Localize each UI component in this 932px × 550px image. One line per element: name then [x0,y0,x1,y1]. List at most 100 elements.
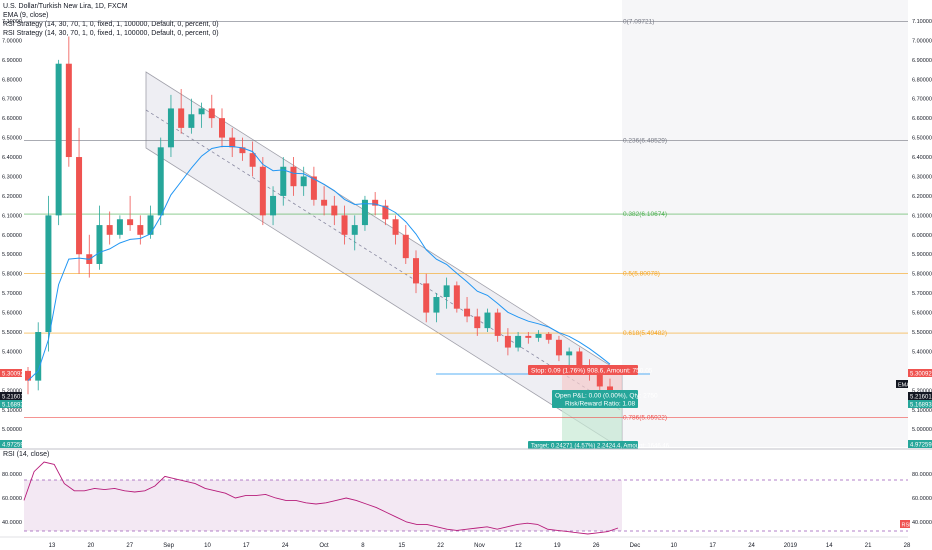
right-price-value: 5.30092 [910,372,932,378]
rsi-tick-left-2: 40.0000 [2,520,22,526]
price-tick-12: 5.90000 [912,252,932,258]
time-tick-12: 12 [515,543,522,549]
price-tick-left-3: 6.80000 [2,77,22,83]
left-price-value-4: 4.97259 [2,443,24,449]
candle-body-24 [270,195,277,216]
candle-body-11 [137,225,144,235]
fib-label-4: 0.618(5.49482) [623,330,667,337]
time-tick-14: 26 [593,543,600,549]
candle-body-20 [229,137,236,148]
candle-body-51 [545,333,552,340]
price-tick-left-4: 6.70000 [2,97,22,103]
price-tick-left-15: 5.60000 [2,311,22,317]
candle-body-5 [76,157,83,255]
candle-body-52 [555,339,562,356]
candle-body-40 [433,297,440,313]
price-tick-6: 6.50000 [912,136,932,142]
candle-body-41 [443,285,450,298]
price-tick-2: 6.90000 [912,58,932,64]
price-tick-left-10: 6.10000 [2,213,22,219]
price-tick-17: 5.40000 [912,349,932,355]
open-pnl-label: Open P&L: 0.00 (0.00%), Qty: 2750 [555,393,658,400]
time-tick-0: 13 [49,543,56,549]
time-tick-3: Sep [163,543,174,549]
price-tick-14: 5.70000 [912,291,932,297]
candle-body-43 [464,308,471,317]
time-tick-18: 24 [748,543,755,549]
price-tick-left-12: 5.90000 [2,252,22,258]
candle-body-45 [484,312,491,329]
price-tick-left-8: 6.30000 [2,174,22,180]
time-tick-17: 17 [709,543,716,549]
time-tick-15: Dec [630,543,641,549]
price-tick-7: 6.40000 [912,155,932,161]
candle-body-15 [178,108,185,128]
price-tick-16: 5.50000 [912,330,932,336]
candle-body-26 [290,166,297,187]
time-axis[interactable]: 13 20 27 Sep 10 17 24 Oct 8 15 22 Nov 12 19 26 Dec 10 17 2… [49,543,911,549]
price-tick-left-9: 6.20000 [2,194,22,200]
price-tick-left-7: 6.40000 [2,155,22,161]
candle-body-50 [535,333,542,338]
rsi-tick-2: 40.0000 [912,520,932,526]
candle-body-25 [280,166,287,196]
time-tick-5: 17 [243,543,250,549]
right-price-value-2: 5.21601 [910,395,932,401]
price-tick-left-16: 5.50000 [2,330,22,336]
fib-label-0: 0(7.09721) [623,18,654,25]
candle-body-54 [576,351,583,366]
time-tick-9: 15 [398,543,405,549]
candle-body-7 [96,225,103,264]
candle-body-38 [413,258,419,284]
fib-label-2: 0.382(6.10674) [623,211,667,218]
candle-body-3 [55,63,62,216]
future-region [622,0,908,447]
left-price-value-3: 5.16893 [2,403,24,409]
fib-label-1: 0.236(6.48529) [623,137,667,144]
price-tick-left-11: 6.00000 [2,233,22,239]
candle-body-2 [45,215,52,333]
price-tick-4: 6.70000 [912,97,932,103]
candle-body-44 [474,316,481,329]
candle-body-23 [259,166,266,216]
price-tick-left-21: 5.00000 [2,427,22,433]
candle-body-8 [106,225,113,235]
price-tick-11: 6.00000 [912,233,932,239]
price-tick-21: 5.00000 [912,427,932,433]
price-tick-left-13: 5.80000 [2,272,22,278]
candle-body-30 [331,205,338,216]
candle-body-42 [453,285,460,309]
price-tick-left-20: 5.10000 [2,408,22,414]
candle-body-29 [321,199,328,206]
candle-body-10 [127,219,134,226]
price-tick-15: 5.60000 [912,311,932,317]
stop-label: Stop: 0.09 (1.76%) 908.6, Amount: 750.05 [531,368,653,375]
candle-body-46 [494,312,501,336]
price-tick-3: 6.80000 [912,77,932,83]
price-tick-0: 7.10000 [912,19,932,25]
time-tick-6: 24 [282,543,289,549]
time-tick-19: 2019 [784,543,798,549]
time-tick-22: 28 [904,543,911,549]
price-tick-left-1: 7.00000 [2,38,22,44]
candle-body-4 [65,63,72,158]
candle-body-39 [423,283,430,313]
price-chart[interactable]: 0(7.09721) 0.236(6.48529) 0.382(6.10674) 0.… [0,0,932,550]
candle-body-56 [596,374,603,387]
right-price-value-3: 5.16893 [910,403,932,409]
price-tick-left-5: 6.60000 [2,116,22,122]
candle-body-13 [157,147,164,216]
price-tick-13: 5.80000 [912,272,932,278]
price-tick-5: 6.60000 [912,116,932,122]
candle-body-53 [566,351,573,356]
rsi-legend[interactable]: RSI (14, close) [3,451,49,458]
left-price-value: 5.30092 [2,372,24,378]
time-tick-8: 8 [361,543,365,549]
candle-body-22 [249,153,256,167]
candle-body-37 [402,234,409,259]
regression-channel[interactable] [145,71,623,450]
time-tick-20: 14 [826,543,833,549]
ema-tag: EMA [898,383,910,389]
candle-body-27 [300,176,307,187]
time-tick-4: 10 [204,543,211,549]
